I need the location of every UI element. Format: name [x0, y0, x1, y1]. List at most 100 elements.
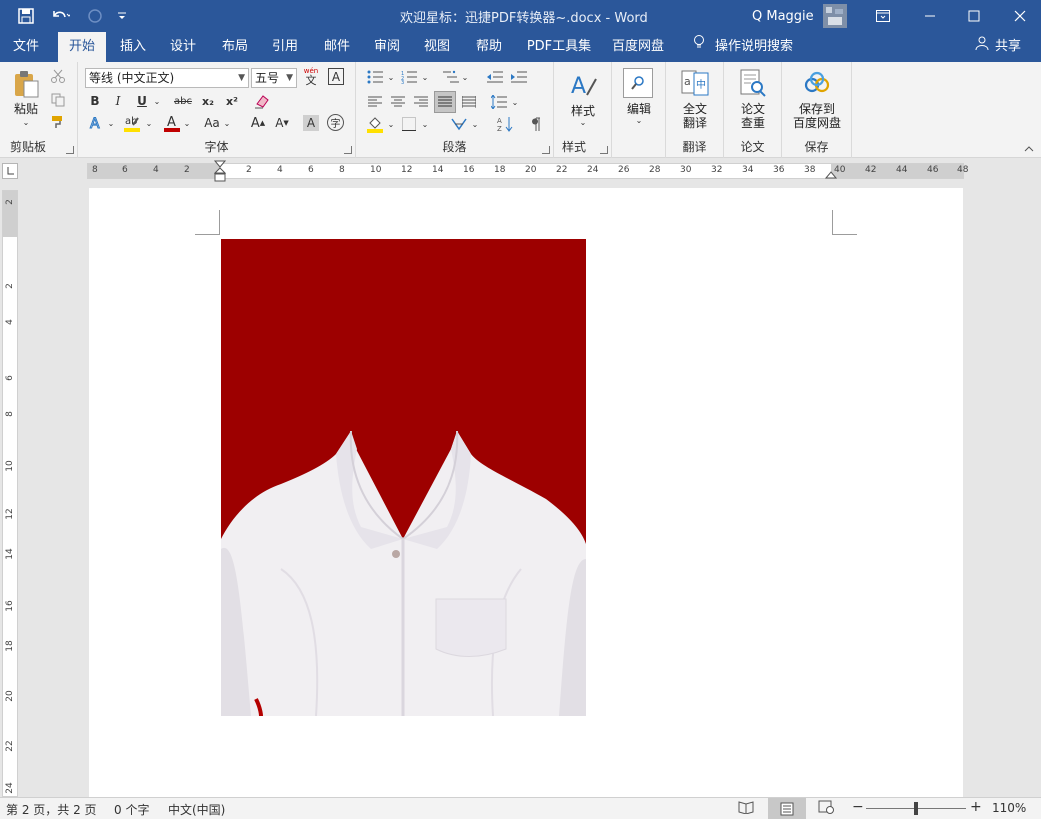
- highlight-dropdown-icon[interactable]: ⌄: [144, 114, 154, 132]
- decrease-indent-icon[interactable]: [484, 68, 506, 86]
- save-icon[interactable]: [12, 0, 40, 32]
- undo-icon[interactable]: [44, 0, 76, 32]
- vertical-scrollbar[interactable]: [1027, 188, 1041, 797]
- redo-icon[interactable]: [84, 0, 106, 32]
- align-right-icon[interactable]: [410, 92, 432, 112]
- share-icon[interactable]: [972, 32, 992, 62]
- tab-view[interactable]: 视图: [416, 32, 458, 62]
- tab-file[interactable]: 文件: [4, 32, 48, 62]
- full-text-translate-button[interactable]: 全文 翻译: [668, 102, 722, 130]
- underline-dropdown-icon[interactable]: ⌄: [151, 92, 163, 110]
- lightbulb-icon[interactable]: [688, 32, 710, 62]
- right-indent-marker[interactable]: [824, 168, 838, 180]
- tab-design[interactable]: 设计: [162, 32, 204, 62]
- bullets-icon[interactable]: [364, 68, 386, 86]
- grow-font-button[interactable]: A ▲: [249, 114, 267, 132]
- font-size-select[interactable]: 五号 ▼: [251, 68, 297, 88]
- line-spacing-dropdown-icon[interactable]: ⌄: [510, 92, 520, 112]
- strikethrough-button[interactable]: abc: [172, 92, 194, 110]
- borders-icon[interactable]: [398, 114, 420, 134]
- horizontal-ruler[interactable]: 8 6 4 2 2 4 6 8 10 12 14 16 18 20 22 24 26 28 30 32 34 36 38 40…: [87, 160, 968, 182]
- align-center-icon[interactable]: [387, 92, 409, 112]
- format-painter-icon[interactable]: [50, 114, 66, 130]
- id-photo-image[interactable]: [221, 239, 586, 716]
- editing-dropdown-icon[interactable]: ⌄: [634, 116, 644, 125]
- tab-home[interactable]: 开始: [58, 32, 106, 62]
- character-shading-button[interactable]: A: [303, 115, 319, 131]
- styles-dropdown-icon[interactable]: ⌄: [578, 118, 588, 127]
- ribbon-display-icon[interactable]: [868, 0, 898, 32]
- chinese-layout-icon[interactable]: [448, 114, 472, 134]
- paste-button[interactable]: 粘贴: [6, 102, 46, 116]
- tab-help[interactable]: 帮助: [468, 32, 510, 62]
- italic-button[interactable]: I: [109, 92, 127, 110]
- tab-selector[interactable]: [2, 163, 18, 179]
- tab-review[interactable]: 审阅: [366, 32, 408, 62]
- share-button[interactable]: 共享: [992, 32, 1024, 62]
- tab-baidu-pan[interactable]: 百度网盘: [608, 32, 668, 62]
- avatar[interactable]: [822, 0, 848, 32]
- tab-mailings[interactable]: 邮件: [316, 32, 358, 62]
- editing-button[interactable]: 编辑: [616, 102, 662, 116]
- save-to-baidu-button[interactable]: 保存到 百度网盘: [784, 102, 850, 130]
- justify-icon[interactable]: [434, 91, 456, 113]
- cut-icon[interactable]: [50, 68, 66, 84]
- styles-icon[interactable]: A: [568, 68, 598, 100]
- numbering-dropdown-icon[interactable]: ⌄: [420, 68, 430, 86]
- paste-icon[interactable]: [10, 68, 42, 100]
- chinese-layout-dropdown-icon[interactable]: ⌄: [470, 114, 480, 134]
- tab-references[interactable]: 引用: [264, 32, 306, 62]
- find-icon[interactable]: [623, 68, 653, 98]
- plagiarism-check-icon[interactable]: [738, 68, 768, 98]
- numbering-icon[interactable]: 123: [398, 68, 420, 86]
- superscript-button[interactable]: x²: [222, 92, 242, 110]
- plagiarism-check-button[interactable]: 论文 查重: [726, 102, 780, 130]
- borders-dropdown-icon[interactable]: ⌄: [420, 114, 430, 134]
- full-text-translate-icon[interactable]: a中: [680, 68, 710, 98]
- paragraph-launcher-icon[interactable]: [542, 146, 550, 154]
- change-case-button[interactable]: Aa: [202, 114, 222, 132]
- show-hide-marks-icon[interactable]: [526, 114, 546, 134]
- subscript-button[interactable]: x₂: [198, 92, 218, 110]
- zoom-level[interactable]: 110%: [992, 801, 1026, 815]
- align-left-icon[interactable]: [364, 92, 386, 112]
- character-border-button[interactable]: A: [328, 68, 344, 85]
- font-name-select[interactable]: 等线 (中文正文) ▼: [85, 68, 249, 88]
- vertical-ruler[interactable]: 2 2 4 6 8 10 12 14 16 18 20 22 24: [2, 190, 18, 797]
- tab-pdf-tools[interactable]: PDF工具集: [524, 32, 594, 62]
- multilevel-dropdown-icon[interactable]: ⌄: [460, 68, 470, 86]
- user-name[interactable]: Q Maggie: [752, 0, 814, 32]
- language-indicator[interactable]: 中文(中国): [168, 801, 225, 818]
- tab-insert[interactable]: 插入: [112, 32, 154, 62]
- text-effects-dropdown-icon[interactable]: ⌄: [106, 114, 116, 132]
- bold-button[interactable]: B: [86, 92, 104, 110]
- font-color-dropdown-icon[interactable]: ⌄: [182, 114, 192, 132]
- close-button[interactable]: [1000, 0, 1040, 32]
- indent-markers[interactable]: [213, 160, 227, 184]
- increase-indent-icon[interactable]: [508, 68, 530, 86]
- shading-icon[interactable]: [364, 114, 386, 134]
- font-color-icon[interactable]: A: [162, 112, 182, 134]
- enclose-characters-button[interactable]: 字: [327, 114, 344, 131]
- read-mode-icon[interactable]: [738, 800, 754, 817]
- page-count[interactable]: 第 2 页，共 2 页: [6, 801, 97, 818]
- distributed-icon[interactable]: [458, 92, 480, 112]
- web-layout-icon[interactable]: [818, 800, 834, 817]
- shrink-font-button[interactable]: A ▼: [273, 114, 291, 132]
- multilevel-list-icon[interactable]: [440, 68, 462, 86]
- tell-me-search[interactable]: 操作说明搜索: [712, 32, 796, 62]
- baidu-cloud-icon[interactable]: [802, 68, 832, 98]
- phonetic-guide-button[interactable]: wén 文: [302, 66, 320, 86]
- minimize-button[interactable]: [910, 0, 950, 32]
- line-spacing-icon[interactable]: [488, 92, 510, 112]
- tab-layout[interactable]: 布局: [214, 32, 256, 62]
- copy-icon[interactable]: [50, 92, 66, 108]
- text-effects-icon[interactable]: A: [86, 114, 106, 132]
- clipboard-launcher-icon[interactable]: [66, 146, 74, 154]
- customize-toolbar-icon[interactable]: [112, 0, 132, 32]
- zoom-out-button[interactable]: −: [852, 799, 864, 815]
- highlight-color-icon[interactable]: ab: [122, 112, 142, 134]
- maximize-button[interactable]: [954, 0, 994, 32]
- paste-dropdown-icon[interactable]: ⌄: [20, 118, 32, 127]
- styles-button[interactable]: 样式: [562, 104, 604, 118]
